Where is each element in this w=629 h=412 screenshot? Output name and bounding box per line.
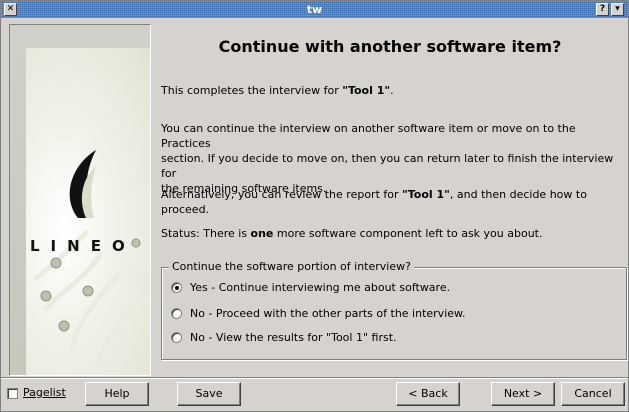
completion-text-pre: This completes the interview for (161, 84, 343, 97)
lineo-logo-image: LINEO TM (26, 48, 151, 375)
pagelist-checkbox[interactable] (7, 388, 18, 399)
review-report-text: Alternatively, you can review the report… (161, 187, 626, 217)
continue-options-group: Continue the software portion of intervi… (161, 260, 627, 360)
logo-wordmark: LINEO (30, 237, 136, 255)
continue-info-line-1: You can continue the interview on anothe… (161, 122, 576, 150)
dialog-window: ✕ tw ? ▾ LINEO Continue with another sof… (0, 0, 629, 412)
window-title: tw (306, 3, 323, 16)
circuit-graphic (33, 150, 149, 371)
radio-label[interactable]: No - View the results for "Tool 1" first… (190, 331, 397, 344)
status-text-pre: Status: There is (161, 227, 251, 240)
footer-separator (1, 377, 628, 379)
status-text-post: more software component left to ask you … (273, 227, 543, 240)
radio-label[interactable]: No - Proceed with the other parts of the… (190, 307, 466, 320)
completion-tool-name: "Tool 1" (342, 84, 391, 97)
back-button[interactable]: < Back (396, 382, 460, 406)
review-tool-name: "Tool 1" (402, 188, 450, 201)
continue-info-line-2: section. If you decide to move on, then … (161, 152, 614, 180)
window-menu-icon[interactable]: ▾ (611, 3, 624, 16)
group-legend: Continue the software portion of intervi… (169, 260, 414, 273)
radio-button[interactable] (171, 308, 182, 319)
title-bar[interactable]: ✕ tw ? ▾ (1, 1, 628, 18)
cancel-button[interactable]: Cancel (561, 382, 625, 406)
completion-text-post: . (390, 84, 394, 97)
radio-button[interactable] (171, 332, 182, 343)
logo-trademark: TM (150, 235, 151, 241)
pagelist-label[interactable]: Pagelist (23, 386, 66, 399)
main-content: Continue with another software item? Thi… (152, 18, 628, 376)
next-button[interactable]: Next > (491, 382, 555, 406)
radio-button[interactable] (171, 282, 182, 293)
radio-label[interactable]: Yes - Continue interviewing me about sof… (190, 281, 450, 294)
review-text-pre: Alternatively, you can review the report… (161, 188, 403, 201)
continue-info-text: You can continue the interview on anothe… (161, 121, 626, 196)
status-text: Status: There is one more software compo… (161, 226, 626, 241)
page-heading: Continue with another software item? (218, 37, 562, 56)
completion-text: This completes the interview for "Tool 1… (161, 83, 626, 98)
side-image-panel: LINEO TM (9, 24, 151, 376)
help-icon[interactable]: ? (596, 3, 609, 16)
status-count: one (250, 227, 274, 240)
save-button[interactable]: Save (177, 382, 241, 406)
help-button[interactable]: Help (85, 382, 149, 406)
